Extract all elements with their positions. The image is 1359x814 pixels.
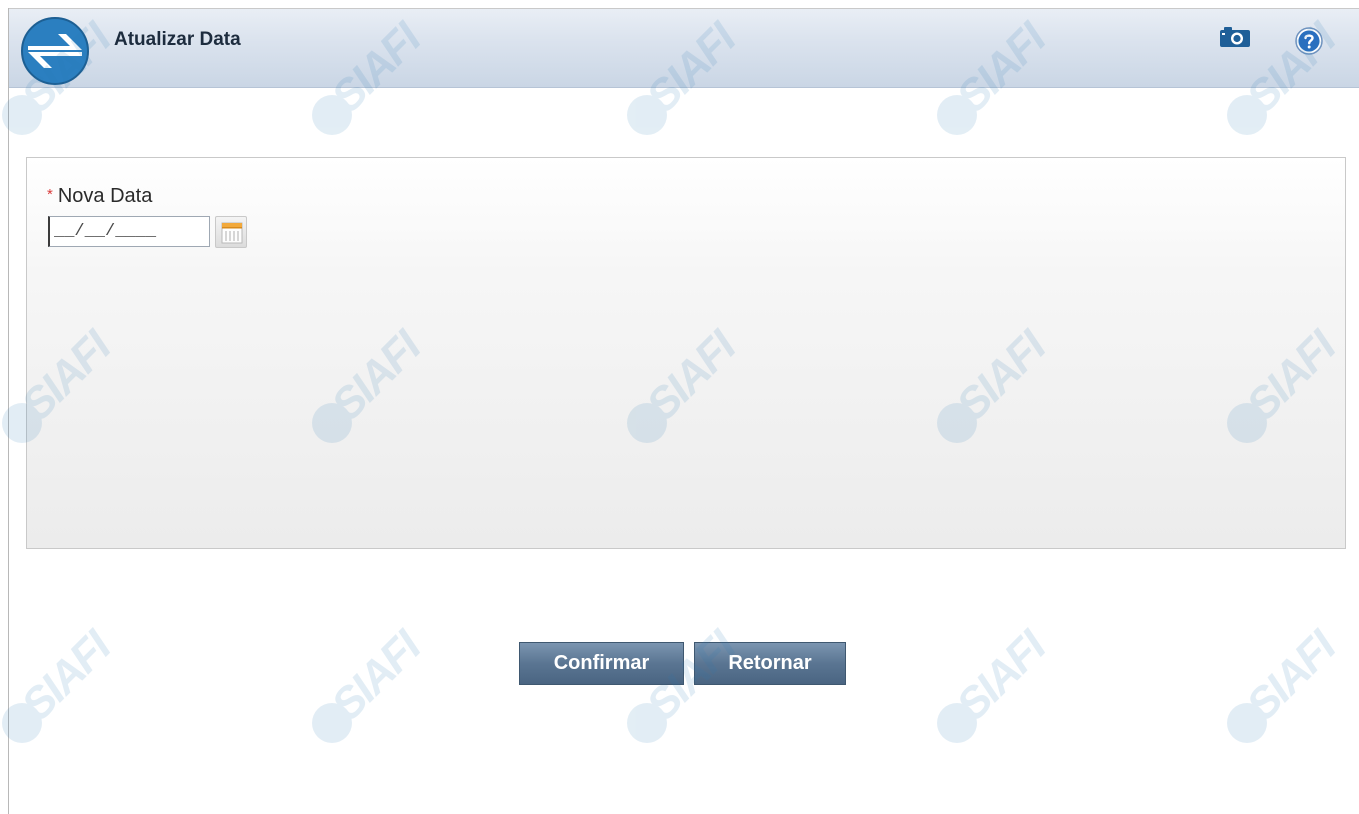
nova-data-input[interactable] xyxy=(48,216,210,247)
required-asterisk: * xyxy=(47,186,53,203)
nova-data-label-text: Nova Data xyxy=(57,185,153,207)
watermark-text: SIAFI xyxy=(12,622,120,730)
app-window: Atualizar Data * Nova Data __/__/____ Co… xyxy=(0,0,1359,814)
form-panel: * Nova Data xyxy=(26,157,1346,549)
calendar-button[interactable] xyxy=(215,216,247,248)
watermark-logo: SIAFI xyxy=(935,623,1065,758)
page-title: Atualizar Data xyxy=(114,29,241,50)
watermark-logo: SIAFI xyxy=(1225,623,1355,758)
confirm-button[interactable]: Confirmar xyxy=(519,642,684,685)
watermark-logo: SIAFI xyxy=(0,623,130,758)
watermark-text: SIAFI xyxy=(1237,622,1345,730)
calendar-icon xyxy=(221,222,243,244)
help-icon[interactable] xyxy=(1294,26,1324,56)
return-button[interactable]: Retornar xyxy=(694,642,846,685)
left-border xyxy=(8,8,9,814)
watermark-text: SIAFI xyxy=(322,622,430,730)
watermark-text: SIAFI xyxy=(947,622,1055,730)
nova-data-label: * Nova Data xyxy=(47,185,152,208)
camera-icon[interactable] xyxy=(1218,26,1252,48)
watermark-logo: SIAFI xyxy=(310,623,440,758)
sinfo-logo-icon xyxy=(20,16,90,86)
